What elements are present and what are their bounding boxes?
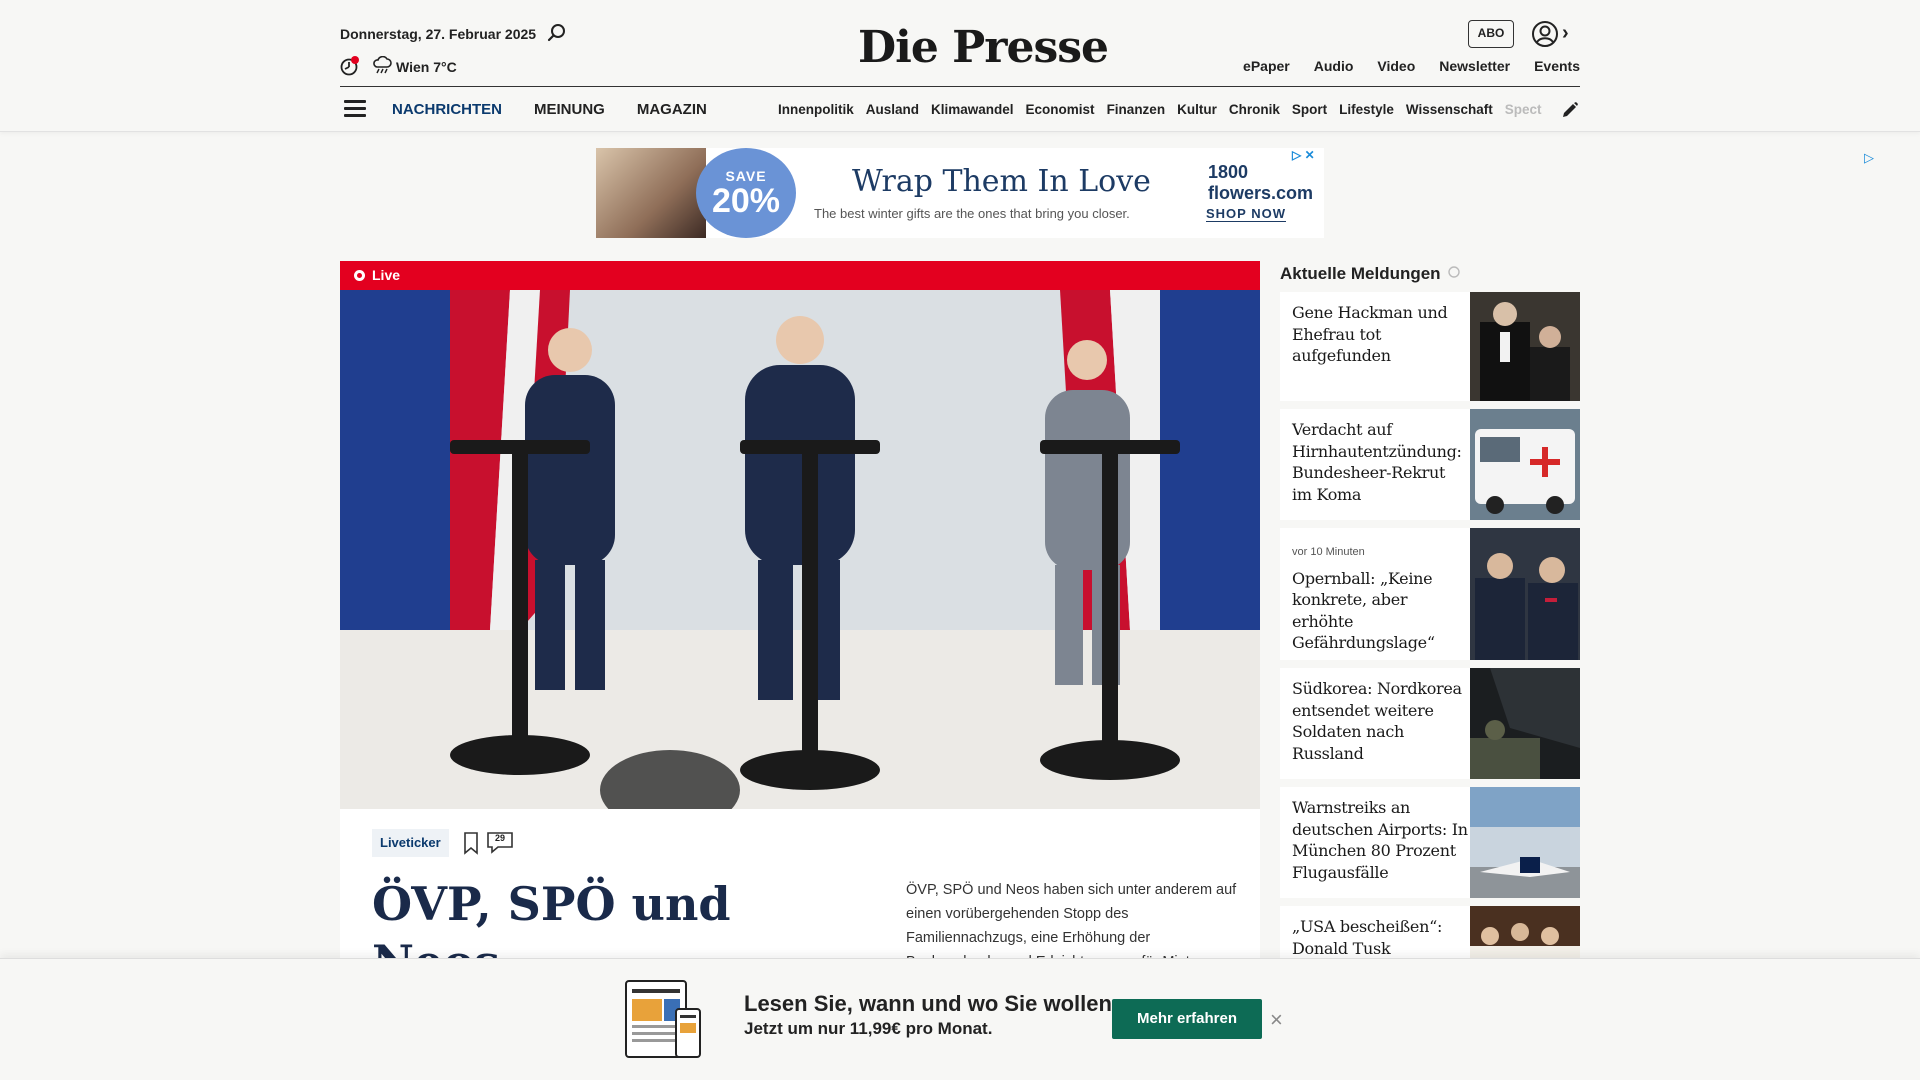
section-finanzen[interactable]: Finanzen	[1107, 102, 1166, 117]
lead-photo[interactable]	[340, 290, 1260, 809]
section-economist[interactable]: Economist	[1026, 102, 1095, 117]
main-nav: NACHRICHTEN MEINUNG MAGAZIN	[392, 101, 707, 118]
ad-title: Wrap Them In Love	[852, 164, 1151, 199]
page: Donnerstag, 27. Februar 2025 Wien 7°C Di…	[0, 0, 1920, 1080]
tablet-phone-illustration	[624, 979, 704, 1061]
top-links: ePaper Audio Video Newsletter Events	[1243, 58, 1580, 74]
live-dot-icon	[354, 270, 365, 281]
news-card-title: vor 10 Minuten Opernball: „Keine konkret…	[1292, 542, 1468, 654]
news-card-title: „USA bescheißen“: Donald Tusk	[1292, 917, 1443, 958]
news-card-title: Warnstreiks an deutschen Airports: In Mü…	[1292, 798, 1468, 882]
ad-couple-photo	[596, 148, 706, 238]
news-card-time: vor 10 Minuten	[1292, 546, 1365, 558]
bookmark-icon[interactable]	[462, 831, 480, 855]
news-card-title: Gene Hackman und Ehefrau tot aufgefunden	[1292, 303, 1448, 365]
ad-discount-badge: SAVE 20%	[696, 148, 796, 238]
news-card[interactable]: Warnstreiks an deutschen Airports: In Mü…	[1280, 787, 1580, 898]
lead-article[interactable]: Live Liveticker 29 ÖVP, SPÖ und ÖVP, SPÖ…	[340, 261, 1260, 1047]
sidebar-title: Aktuelle Meldungen	[1280, 264, 1461, 284]
section-wissenschaft[interactable]: Wissenschaft	[1406, 102, 1493, 117]
news-card-image	[1470, 409, 1580, 520]
ad-brand-logo: 1800 flowers.com	[1208, 162, 1314, 203]
abo-button[interactable]: ABO	[1468, 20, 1514, 48]
mehr-erfahren-button[interactable]: Mehr erfahren	[1112, 999, 1262, 1039]
sidebar-title-text: Aktuelle Meldungen	[1280, 264, 1441, 283]
ad-subtitle: The best winter gifts are the ones that …	[814, 206, 1130, 221]
link-audio[interactable]: Audio	[1314, 58, 1354, 74]
news-card-title-text: Opernball: „Keine konkrete, aber erhöhte…	[1292, 568, 1435, 653]
weather-label: Wien 7°C	[396, 58, 457, 75]
link-newsletter[interactable]: Newsletter	[1439, 58, 1510, 74]
nav-nachrichten[interactable]: NACHRICHTEN	[392, 101, 502, 118]
pulse-icon	[1447, 264, 1461, 284]
section-lifestyle[interactable]: Lifestyle	[1339, 102, 1394, 117]
chevron-right-icon[interactable]: ›	[1562, 22, 1569, 45]
section-sport[interactable]: Sport	[1292, 102, 1327, 117]
news-card-title: Verdacht auf Hirnhautentzündung: Bundesh…	[1292, 420, 1462, 504]
news-card-image	[1470, 906, 1580, 958]
hamburger-menu-icon[interactable]	[344, 100, 366, 118]
pencil-icon[interactable]	[1560, 100, 1580, 120]
news-card-image	[1470, 668, 1580, 779]
live-bar: Live	[340, 261, 1260, 290]
news-card[interactable]: vor 10 Minuten Opernball: „Keine konkret…	[1280, 528, 1580, 660]
ad-choices-icon[interactable]: ▷ ✕	[1292, 148, 1315, 162]
comment-count: 29	[494, 833, 505, 843]
ad-info-icon[interactable]: ▷	[1864, 150, 1874, 166]
section-nav: Innenpolitik Ausland Klimawandel Economi…	[778, 102, 1542, 117]
liveticker-tag[interactable]: Liveticker	[372, 829, 449, 857]
news-card[interactable]: „USA bescheißen“: Donald Tusk	[1280, 906, 1580, 958]
section-ausland[interactable]: Ausland	[866, 102, 919, 117]
notification-bell-icon[interactable]	[340, 56, 360, 76]
close-icon[interactable]: ×	[1270, 1007, 1283, 1033]
weather-widget[interactable]: Wien 7°C	[372, 55, 457, 77]
section-spectrum[interactable]: Spectrum	[1505, 102, 1542, 117]
section-klimawandel[interactable]: Klimawandel	[931, 102, 1014, 117]
ad-shop-now-link[interactable]: SHOP NOW	[1206, 206, 1286, 222]
section-innenpolitik[interactable]: Innenpolitik	[778, 102, 854, 117]
banner-price: Jetzt um nur 11,99€ pro Monat.	[744, 1019, 993, 1038]
section-chronik[interactable]: Chronik	[1229, 102, 1280, 117]
subscription-banner: Lesen Sie, wann und wo Sie wollen. Jetzt…	[0, 958, 1920, 1080]
link-video[interactable]: Video	[1377, 58, 1415, 74]
link-events[interactable]: Events	[1534, 58, 1580, 74]
current-date: Donnerstag, 27. Februar 2025	[340, 26, 537, 42]
header-divider	[340, 86, 1580, 87]
section-kultur[interactable]: Kultur	[1177, 102, 1217, 117]
advertisement-banner[interactable]: SAVE 20% Wrap Them In Love The best wint…	[596, 148, 1324, 238]
news-card-image	[1470, 528, 1580, 660]
ad-save-value: 20%	[711, 182, 781, 220]
banner-headline: Lesen Sie, wann und wo Sie wollen.	[744, 991, 1119, 1016]
news-card[interactable]: Gene Hackman und Ehefrau tot aufgefunden	[1280, 292, 1580, 401]
news-card-image	[1470, 787, 1580, 898]
site-logo[interactable]: Die Presse	[858, 22, 1109, 73]
site-header: Donnerstag, 27. Februar 2025 Wien 7°C Di…	[0, 0, 1920, 132]
news-card-title: Südkorea: Nordkorea entsendet weitere So…	[1292, 679, 1462, 763]
ad-save-label: SAVE	[725, 168, 767, 184]
comment-icon[interactable]: 29	[486, 831, 514, 855]
nav-meinung[interactable]: MEINUNG	[534, 101, 605, 118]
rain-cloud-icon	[372, 55, 392, 77]
live-label: Live	[372, 267, 401, 283]
nav-magazin[interactable]: MAGAZIN	[637, 101, 707, 118]
user-account-icon[interactable]	[1530, 19, 1560, 49]
link-epaper[interactable]: ePaper	[1243, 58, 1290, 74]
search-icon[interactable]	[546, 22, 568, 44]
news-card[interactable]: Verdacht auf Hirnhautentzündung: Bundesh…	[1280, 409, 1580, 520]
news-card[interactable]: Südkorea: Nordkorea entsendet weitere So…	[1280, 668, 1580, 779]
news-card-image	[1470, 292, 1580, 401]
